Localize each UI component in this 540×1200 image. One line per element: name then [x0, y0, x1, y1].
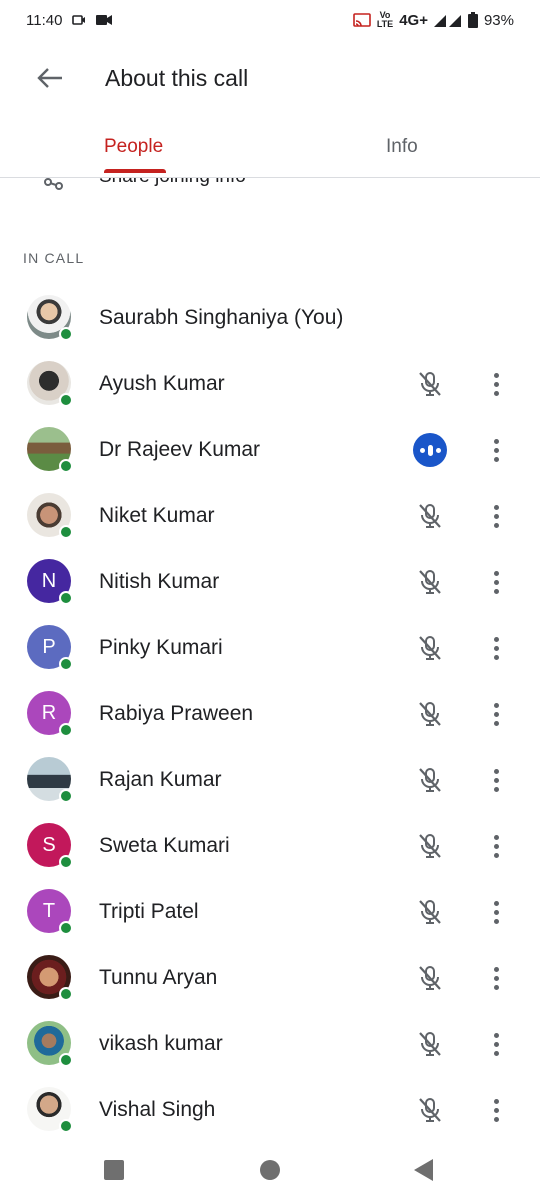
mic-off-icon[interactable] — [413, 895, 447, 929]
back-button[interactable] — [26, 54, 74, 102]
more-options-icon[interactable] — [482, 697, 510, 731]
online-status-dot — [59, 1053, 73, 1067]
battery-icon — [467, 12, 478, 28]
participant-row[interactable]: S Sweta Kumari — [0, 813, 540, 879]
online-status-dot — [59, 1119, 73, 1133]
participant-name: Rabiya Praween — [99, 702, 254, 725]
participant-name: Nitish Kumar — [99, 570, 220, 593]
cast-icon — [353, 13, 371, 27]
battery-level: 93% — [483, 11, 514, 29]
participant-row[interactable]: Saurabh Singhaniya (You) — [0, 285, 540, 351]
more-options-icon[interactable] — [482, 895, 510, 929]
avatar-container — [27, 955, 73, 1001]
participant-name: Rajan Kumar — [99, 768, 222, 791]
speaking-indicator-icon — [413, 433, 447, 467]
tab-people[interactable]: People — [0, 116, 270, 177]
participant-row[interactable]: Rajan Kumar — [0, 747, 540, 813]
participant-name: Niket Kumar — [99, 504, 215, 527]
screen-record-icon — [72, 14, 86, 26]
participant-name: Tripti Patel — [99, 900, 199, 923]
more-options-icon[interactable] — [482, 433, 510, 467]
more-options-icon[interactable] — [482, 631, 510, 665]
mic-off-icon[interactable] — [413, 1027, 447, 1061]
mic-off-icon[interactable] — [413, 961, 447, 995]
status-time: 11:40 — [26, 11, 63, 29]
app-bar: About this call — [0, 40, 540, 116]
more-options-icon[interactable] — [482, 829, 510, 863]
page-title: About this call — [105, 64, 249, 91]
participant-row[interactable]: Tunnu Aryan — [0, 945, 540, 1011]
participant-name: vikash kumar — [99, 1032, 223, 1055]
mic-off-icon[interactable] — [413, 829, 447, 863]
video-icon — [96, 14, 113, 26]
network-type: 4G+ — [399, 11, 428, 29]
home-button[interactable] — [260, 1160, 280, 1180]
tab-bar: People Info — [0, 116, 540, 178]
avatar-container — [27, 757, 73, 803]
participant-row[interactable]: R Rabiya Praween — [0, 681, 540, 747]
avatar-container — [27, 361, 73, 407]
avatar-container: T — [27, 889, 73, 935]
participant-name: Tunnu Aryan — [99, 966, 218, 989]
avatar-container: R — [27, 691, 73, 737]
avatar-container — [27, 427, 73, 473]
online-status-dot — [59, 789, 73, 803]
participant-list: Saurabh Singhaniya (You) Ayush Kumar Dr Ra… — [0, 285, 540, 1143]
mic-off-icon[interactable] — [413, 631, 447, 665]
participant-row[interactable]: N Nitish Kumar — [0, 549, 540, 615]
more-options-icon[interactable] — [482, 1027, 510, 1061]
avatar-container — [27, 493, 73, 539]
online-status-dot — [59, 855, 73, 869]
online-status-dot — [59, 987, 73, 1001]
participant-name: Pinky Kumari — [99, 636, 223, 659]
signal-icon — [433, 13, 462, 27]
mic-off-icon[interactable] — [413, 763, 447, 797]
participant-name: Ayush Kumar — [99, 372, 225, 395]
participant-row[interactable]: vikash kumar — [0, 1011, 540, 1077]
mic-off-icon[interactable] — [413, 1093, 447, 1127]
participant-row[interactable]: Niket Kumar — [0, 483, 540, 549]
more-options-icon[interactable] — [482, 961, 510, 995]
online-status-dot — [59, 723, 73, 737]
participant-name: Vishal Singh — [99, 1098, 216, 1121]
status-bar: 11:40 Vo LTE 4G+ 93% — [0, 0, 540, 40]
participant-row[interactable]: T Tripti Patel — [0, 879, 540, 945]
online-status-dot — [59, 393, 73, 407]
arrow-back-icon — [37, 68, 62, 88]
online-status-dot — [59, 525, 73, 539]
mic-off-icon[interactable] — [413, 367, 447, 401]
online-status-dot — [59, 921, 73, 935]
avatar-container: P — [27, 625, 73, 671]
more-options-icon[interactable] — [482, 763, 510, 797]
participant-name: Saurabh Singhaniya (You) — [99, 306, 344, 329]
volte-icon: Vo LTE — [376, 10, 394, 29]
participant-row[interactable]: Vishal Singh — [0, 1077, 540, 1143]
avatar-container: N — [27, 559, 73, 605]
recents-button[interactable] — [104, 1160, 124, 1180]
mic-off-icon[interactable] — [413, 565, 447, 599]
avatar-container — [27, 1087, 73, 1133]
participant-row[interactable]: Dr Rajeev Kumar — [0, 417, 540, 483]
online-status-dot — [59, 657, 73, 671]
participant-row[interactable]: Ayush Kumar — [0, 351, 540, 417]
online-status-dot — [59, 327, 73, 341]
section-label-in-call: IN CALL — [23, 250, 85, 266]
more-options-icon[interactable] — [482, 499, 510, 533]
more-options-icon[interactable] — [482, 565, 510, 599]
system-nav-bar — [0, 1140, 540, 1200]
participant-name: Sweta Kumari — [99, 834, 230, 857]
online-status-dot — [59, 459, 73, 473]
mic-off-icon[interactable] — [413, 499, 447, 533]
avatar-container — [27, 1021, 73, 1067]
tab-info[interactable]: Info — [270, 116, 540, 177]
avatar-container — [27, 295, 73, 341]
mic-off-icon[interactable] — [413, 697, 447, 731]
avatar-container: S — [27, 823, 73, 869]
more-options-icon[interactable] — [482, 1093, 510, 1127]
more-options-icon[interactable] — [482, 367, 510, 401]
online-status-dot — [59, 591, 73, 605]
nav-back-button[interactable] — [414, 1159, 433, 1181]
participant-row[interactable]: P Pinky Kumari — [0, 615, 540, 681]
participant-name: Dr Rajeev Kumar — [99, 438, 261, 461]
